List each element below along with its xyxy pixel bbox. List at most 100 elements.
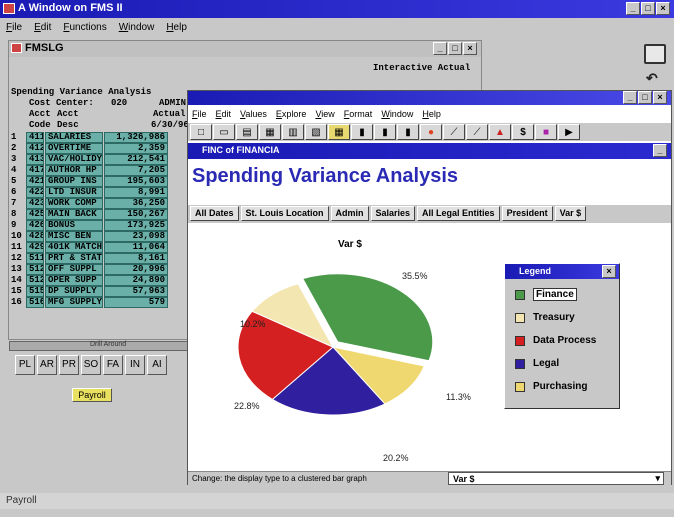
filter-admin[interactable]: Admin [330,206,369,221]
pie-chart-icon[interactable]: ● [420,124,442,140]
app-window: _ □ × File Edit Values Explore View Form… [187,90,672,485]
minimize-button[interactable]: _ [626,2,640,15]
outer-menubar: File Edit Functions Window Help [6,22,187,33]
table-row[interactable]: 4 417 AUTHOR HP 7,205 [11,165,168,176]
area-chart-icon[interactable]: ⟋ [466,124,488,140]
currency-icon[interactable]: $ [512,124,534,140]
monitor-icon[interactable] [644,44,666,64]
play-icon[interactable]: ▶ [558,124,580,140]
fmslg-title-bar: FMSLG _ □ × [9,41,481,57]
app-icon [3,3,15,14]
app-menubar: File Edit Values Explore View Format Win… [192,109,441,119]
table-row[interactable]: 1 411 SALARIES 1,326,986 [11,132,168,143]
fmslg-minimize-button[interactable]: _ [433,42,447,55]
filter-all-dates[interactable]: All Dates [190,206,239,221]
legend-item-purchasing[interactable]: Purchasing [505,375,619,398]
legend-item-finance[interactable]: Finance [505,283,619,306]
menu-window[interactable]: Window [119,22,155,33]
fmslg-maximize-button[interactable]: □ [448,42,462,55]
legend-item-data-process[interactable]: Data Process [505,329,619,352]
pie-label-legal: 20.2% [383,453,409,463]
module-button-so[interactable]: SO [81,355,101,375]
drill-scrollbar[interactable]: Drill Around [9,341,189,351]
table-row[interactable]: 2 412 OVERTIME 2,359 [11,143,168,154]
chevron-down-icon: ▾ [655,473,660,483]
filter-bar: All Dates St. Louis Location Admin Salar… [188,205,671,223]
filter-legal-entities[interactable]: All Legal Entities [417,206,500,221]
menu-functions[interactable]: Functions [63,22,106,33]
report-icon[interactable]: ■ [535,124,557,140]
table-row[interactable]: 8 425 MAIN BACK 150,267 [11,209,168,220]
fmslg-title: FMSLG [25,42,64,54]
col-desc: Desc [57,120,79,130]
module-button-fa[interactable]: FA [103,355,123,375]
menu-help[interactable]: Help [166,22,187,33]
clustered-bar-icon[interactable]: ▮ [374,124,396,140]
module-button-ar[interactable]: AR [37,355,57,375]
legend-panel[interactable]: Legend × Finance Treasury Data Process L… [504,263,620,409]
app-menu-view[interactable]: View [315,109,334,119]
table-row[interactable]: 11 429 401K MATCH 11,064 [11,242,168,253]
app-menu-file[interactable]: File [192,109,207,119]
payroll-button[interactable]: Payroll [72,388,112,402]
legend-item-legal[interactable]: Legal [505,352,619,375]
print-preview-icon[interactable]: ▤ [236,124,258,140]
module-button-in[interactable]: IN [125,355,145,375]
line-chart-icon[interactable]: ⟋ [443,124,465,140]
report-title: Spending Variance Analysis [11,87,152,97]
new-file-icon[interactable]: □ [190,124,212,140]
filter-location[interactable]: St. Louis Location [240,206,329,221]
document-title-bar: FINC of FINANCIA _ [188,143,671,159]
table-row[interactable]: 15 515 DP SUPPLY 57,963 [11,286,168,297]
app-menu-help[interactable]: Help [422,109,441,119]
doc-minimize-button[interactable]: _ [653,144,667,157]
back-arrow-icon[interactable]: ↶ [646,70,658,87]
module-button-pr[interactable]: PR [59,355,79,375]
filter-salaries[interactable]: Salaries [370,206,416,221]
table-row[interactable]: 12 511 PRT & STAT 8,161 [11,253,168,264]
pie-label-finance: 35.5% [402,271,428,281]
table-row[interactable]: 7 423 WORK COMP 36,250 [11,198,168,209]
table-row[interactable]: 10 428 MISC BEN 23,098 [11,231,168,242]
table-row[interactable]: 9 426 BONUS 173,925 [11,220,168,231]
app-maximize-button[interactable]: □ [638,91,652,104]
legend-swatch [515,335,525,346]
fmslg-close-button[interactable]: × [463,42,477,55]
filter-president[interactable]: President [501,206,553,221]
col-acct-2: Acct [57,109,79,119]
app-menu-explore[interactable]: Explore [276,109,307,119]
legend-item-treasury[interactable]: Treasury [505,306,619,329]
col-date: 6/30/96 [151,120,189,130]
bar-chart-icon[interactable]: ▮ [351,124,373,140]
copy-icon[interactable]: ▧ [305,124,327,140]
table-row[interactable]: 6 422 LTD INSUR 8,991 [11,187,168,198]
table-row[interactable]: 14 512 OPER SUPP 24,890 [11,275,168,286]
table-row[interactable]: 13 512 OFF SUPPL 20,996 [11,264,168,275]
module-button-ai[interactable]: AI [147,355,167,375]
filter-var[interactable]: Var $ [554,206,587,221]
trend-chart-icon[interactable]: ▲ [489,124,511,140]
app-menu-values[interactable]: Values [240,109,267,119]
stacked-bar-icon[interactable]: ▮ [397,124,419,140]
maximize-button[interactable]: □ [641,2,655,15]
app-menu-edit[interactable]: Edit [216,109,232,119]
menu-file[interactable]: File [6,22,22,33]
table-row[interactable]: 3 413 VAC/HOLIDY 212,541 [11,154,168,165]
legend-swatch [515,358,525,369]
app-menu-format[interactable]: Format [344,109,373,119]
app-minimize-button[interactable]: _ [623,91,637,104]
col-code: Code [29,120,51,130]
table-icon[interactable]: ▦ [328,124,350,140]
measure-select[interactable]: Var $ ▾ [448,472,664,485]
table-row[interactable]: 5 421 GROUP INS 195,603 [11,176,168,187]
app-menu-window[interactable]: Window [381,109,413,119]
save-icon[interactable]: ▦ [259,124,281,140]
close-button[interactable]: × [656,2,670,15]
app-close-button[interactable]: × [653,91,667,104]
open-folder-icon[interactable]: ▭ [213,124,235,140]
menu-edit[interactable]: Edit [34,22,51,33]
print-icon[interactable]: ▥ [282,124,304,140]
table-row[interactable]: 16 516 MFG SUPPLY 579 [11,297,168,308]
module-button-pl[interactable]: PL [15,355,35,375]
legend-close-button[interactable]: × [602,265,616,278]
